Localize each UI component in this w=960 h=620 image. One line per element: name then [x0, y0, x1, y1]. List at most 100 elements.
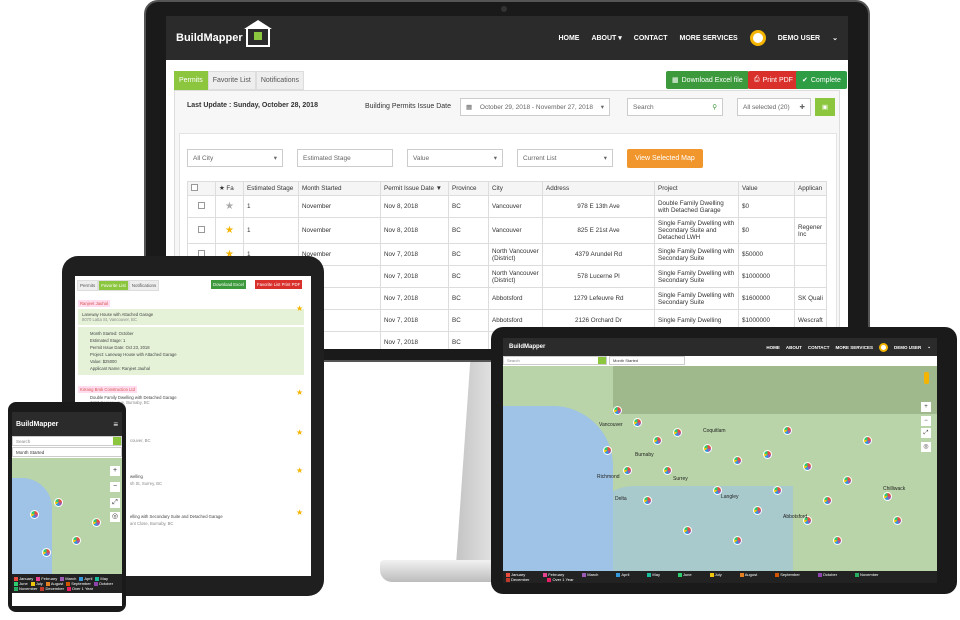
- map-user[interactable]: DEMO USER: [894, 345, 921, 350]
- locate-icon[interactable]: ◎: [110, 512, 120, 522]
- map-cluster[interactable]: [54, 498, 63, 507]
- col-value[interactable]: Value: [738, 181, 795, 196]
- zoom-in-button[interactable]: +: [110, 466, 120, 476]
- user-name[interactable]: DEMO USER: [778, 35, 820, 42]
- fav-item[interactable]: Ranjeet Jauhal Laneway House with Attach…: [78, 300, 304, 377]
- col-project[interactable]: Project: [654, 181, 739, 196]
- table-row[interactable]: ★ 1 November Nov 8, 2018 BC Vancouver 978 E 13…: [187, 195, 827, 218]
- phone-search[interactable]: Search: [12, 436, 122, 446]
- col-applicant[interactable]: Applican: [794, 181, 827, 196]
- star-icon[interactable]: ★: [225, 201, 234, 212]
- phone-month-select[interactable]: Month Started: [12, 447, 122, 457]
- map-cluster[interactable]: [673, 428, 682, 437]
- tab-notifications[interactable]: Notifications: [255, 71, 304, 90]
- map-cluster[interactable]: [30, 510, 39, 519]
- map-cluster[interactable]: [663, 466, 672, 475]
- map-nav-more[interactable]: MORE SERVICES: [836, 345, 873, 350]
- col-province[interactable]: Province: [448, 181, 489, 196]
- tablet-tab-favorite[interactable]: Favorite List: [98, 280, 129, 291]
- map-cluster[interactable]: [703, 444, 712, 453]
- map-cluster[interactable]: [633, 418, 642, 427]
- map-cluster[interactable]: [733, 456, 742, 465]
- star-icon[interactable]: ★: [296, 508, 303, 517]
- fullscreen-icon[interactable]: ⤢: [921, 428, 931, 438]
- nav-more-services[interactable]: MORE SERVICES: [680, 35, 738, 42]
- select-all-checkbox[interactable]: [191, 184, 198, 191]
- map-cluster[interactable]: [883, 492, 892, 501]
- tab-favorite-list[interactable]: Favorite List: [207, 71, 256, 90]
- zoom-in-button[interactable]: +: [921, 402, 931, 412]
- stage-filter[interactable]: Estimated Stage: [297, 149, 393, 167]
- nav-contact[interactable]: CONTACT: [634, 35, 668, 42]
- map-cluster[interactable]: [843, 476, 852, 485]
- col-stage[interactable]: Estimated Stage: [243, 181, 299, 196]
- zoom-out-button[interactable]: −: [921, 416, 931, 426]
- nav-about[interactable]: ABOUT ▾: [591, 34, 621, 42]
- col-fav[interactable]: ★ Fa: [215, 181, 244, 196]
- map-nav-contact[interactable]: CONTACT: [808, 345, 830, 350]
- tab-permits[interactable]: Permits: [174, 71, 208, 90]
- map-cluster[interactable]: [92, 518, 101, 527]
- map-cluster[interactable]: [42, 548, 51, 557]
- value-filter[interactable]: Value ▾: [407, 149, 503, 167]
- tablet-pdf-button[interactable]: Favorite List Print PDF: [255, 280, 303, 289]
- cell-fav[interactable]: ★: [215, 195, 244, 218]
- map-month-select[interactable]: Month Started: [609, 356, 685, 365]
- map-canvas[interactable]: Vancouver Burnaby Richmond Delta Surrey Langl…: [503, 366, 937, 571]
- col-city[interactable]: City: [488, 181, 543, 196]
- tablet-excel-button[interactable]: Download Excel: [211, 280, 246, 289]
- print-pdf-button[interactable]: ⎙ Print PDF: [748, 71, 799, 89]
- cell-select[interactable]: [187, 195, 216, 218]
- map-cluster[interactable]: [783, 426, 792, 435]
- star-icon[interactable]: ★: [296, 466, 303, 475]
- col-address[interactable]: Address: [542, 181, 655, 196]
- complete-button[interactable]: ✔ Complete: [796, 71, 847, 89]
- download-excel-button[interactable]: ▦ Download Excel file: [666, 71, 749, 89]
- map-cluster[interactable]: [643, 496, 652, 505]
- chevron-down-icon[interactable]: ⌄: [832, 34, 838, 42]
- cell-select[interactable]: [187, 217, 216, 244]
- map-cluster[interactable]: [763, 450, 772, 459]
- row-checkbox[interactable]: [198, 226, 205, 233]
- avatar[interactable]: [749, 30, 766, 46]
- zoom-out-button[interactable]: −: [110, 482, 120, 492]
- map-cluster[interactable]: [773, 486, 782, 495]
- map-cluster[interactable]: [72, 536, 81, 545]
- city-filter[interactable]: All City ▾: [187, 149, 283, 167]
- map-cluster[interactable]: [653, 436, 662, 445]
- avatar[interactable]: [878, 342, 888, 352]
- map-nav-home[interactable]: HOME: [766, 345, 780, 350]
- map-nav-about[interactable]: ABOUT: [786, 345, 802, 350]
- save-button[interactable]: ▣: [815, 98, 835, 116]
- map-cluster[interactable]: [833, 536, 842, 545]
- table-row[interactable]: ★ 1 November Nov 8, 2018 BC Vancouver 825 E 21…: [187, 217, 827, 244]
- tablet-tab-permits[interactable]: Permits: [77, 280, 99, 291]
- pegman-icon[interactable]: [924, 372, 929, 384]
- map-cluster[interactable]: [863, 436, 872, 445]
- list-filter[interactable]: Current List ▾: [517, 149, 613, 167]
- phone-map[interactable]: + − ⤢ ◎: [12, 458, 122, 574]
- star-icon[interactable]: ★: [225, 225, 234, 236]
- view-selected-map-button[interactable]: View Selected Map: [627, 149, 703, 168]
- chevron-down-icon[interactable]: ⌄: [927, 344, 931, 350]
- date-range-picker[interactable]: ▦ October 29, 2018 - November 27, 2018 ▾: [460, 98, 610, 116]
- map-cluster[interactable]: [613, 406, 622, 415]
- hamburger-icon[interactable]: ≡: [113, 420, 118, 429]
- all-selected-dropdown[interactable]: All selected (20) ✚: [737, 98, 811, 116]
- col-month[interactable]: Month Started: [298, 181, 381, 196]
- map-cluster[interactable]: [733, 536, 742, 545]
- search-input[interactable]: Search ⚲: [627, 98, 723, 116]
- col-select[interactable]: [187, 181, 216, 196]
- star-icon[interactable]: ★: [296, 388, 303, 397]
- map-cluster[interactable]: [603, 446, 612, 455]
- star-icon[interactable]: ★: [296, 428, 303, 437]
- cell-fav[interactable]: ★: [215, 217, 244, 244]
- star-icon[interactable]: ★: [296, 304, 303, 313]
- logo[interactable]: BuildMapper: [176, 20, 272, 47]
- map-logo[interactable]: BuildMapper: [509, 344, 545, 350]
- map-cluster[interactable]: [753, 506, 762, 515]
- col-date[interactable]: Permit Issue Date ▼: [380, 181, 449, 196]
- map-search[interactable]: Search: [503, 356, 607, 365]
- tablet-tab-notifications[interactable]: Notifications: [128, 280, 160, 291]
- map-cluster[interactable]: [683, 526, 692, 535]
